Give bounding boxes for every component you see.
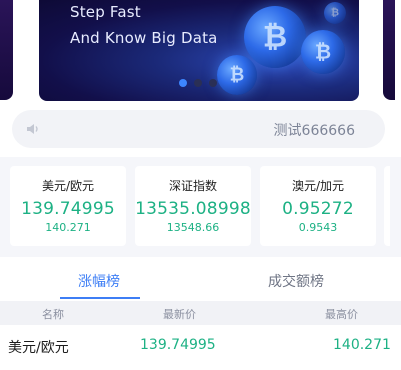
ticker-card[interactable]: 美元/欧元 139.74995 140.271	[10, 166, 126, 246]
ticker-card[interactable]: 澳元/加元 0.95272 0.9543	[260, 166, 376, 246]
ticker-name: 深证指数	[168, 179, 217, 193]
ticker-high: 13548.66	[166, 221, 220, 234]
ticker-name: 澳元/加元	[291, 179, 345, 193]
banner-carousel[interactable]: ₿ ₿ ₿ ₿ Step Fast And Know Big Data	[0, 0, 401, 103]
tab-top-volume[interactable]: 成交额榜	[268, 271, 324, 291]
carousel-dot-2[interactable]	[194, 79, 202, 87]
ticker-high: 140.271	[45, 221, 91, 234]
tab-top-gainers[interactable]: 涨幅榜	[78, 271, 120, 291]
speaker-icon	[27, 124, 38, 134]
ticker-name: 美元/欧元	[41, 179, 95, 193]
row-name: 美元/欧元	[8, 340, 69, 356]
banner-headline-line2: And Know Big Data	[70, 29, 218, 47]
column-header-high-price: 最高价	[325, 308, 358, 321]
next-banner-peek[interactable]	[383, 0, 401, 100]
table-header: 名称 最新价 最高价	[0, 301, 401, 325]
carousel-indicators	[179, 79, 217, 87]
column-header-latest-price: 最新价	[163, 308, 196, 321]
ticker-high: 0.9543	[298, 221, 338, 234]
ticker-price: 13535.08998	[135, 199, 251, 219]
bitcoin-coin-icon: ₿	[217, 55, 257, 95]
table-row[interactable]: 美元/欧元 139.74995 140.271	[0, 325, 401, 369]
banner-headline-line1: Step Fast	[70, 3, 141, 21]
bitcoin-coin-icon: ₿	[324, 2, 346, 24]
next-ticker-card-peek[interactable]	[384, 166, 390, 246]
carousel-dot-1[interactable]	[179, 79, 187, 87]
row-latest-price: 139.74995	[140, 337, 216, 353]
bitcoin-coin-icon: ₿	[244, 6, 306, 68]
ticker-card[interactable]: 深证指数 13535.08998 13548.66	[135, 166, 251, 246]
carousel-dot-3[interactable]	[209, 79, 217, 87]
banner-slide[interactable]: ₿ ₿ ₿ ₿ Step Fast And Know Big Data	[39, 0, 359, 101]
ticker-price: 0.95272	[282, 199, 354, 219]
bitcoin-coin-icon: ₿	[301, 30, 345, 74]
ranking-tabs: 涨幅榜 成交额榜	[0, 257, 401, 301]
previous-banner-peek[interactable]	[0, 0, 13, 100]
row-high-price: 140.271	[333, 337, 391, 353]
notice-bar[interactable]: 测试666666	[12, 110, 385, 148]
column-header-name: 名称	[42, 308, 64, 321]
active-tab-indicator	[60, 297, 140, 299]
ticker-price: 139.74995	[21, 199, 115, 219]
notice-text: 测试666666	[273, 123, 355, 139]
